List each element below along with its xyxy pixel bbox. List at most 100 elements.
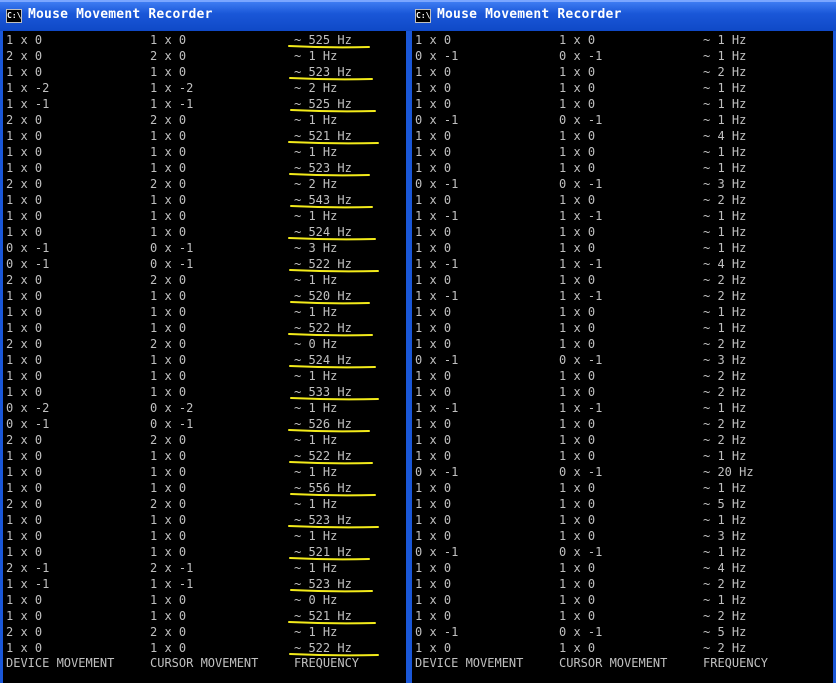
- frequency-value: ~ 1 Hz: [703, 449, 747, 463]
- frequency-value: ~ 521 Hz: [294, 129, 352, 143]
- frequency-value: ~ 1 Hz: [294, 529, 338, 543]
- log-row: 1 x 0 1 x 0 ~ 2 Hz: [412, 368, 833, 384]
- log-row: 1 x 0 1 x 0 ~ 520 Hz: [3, 288, 406, 304]
- log-row: 0 x -1 0 x -1 ~ 3 Hz: [3, 240, 406, 256]
- log-row: 2 x 0 2 x 0 ~ 1 Hz: [3, 496, 406, 512]
- device-movement-value: 1 x 0: [415, 273, 452, 287]
- device-movement-value: 0 x -1: [6, 417, 50, 431]
- device-movement-value: 2 x 0: [6, 273, 43, 287]
- cursor-movement-value: 0 x -1: [559, 625, 603, 639]
- cursor-movement-value: 1 x 0: [150, 609, 187, 623]
- cursor-movement-value: 1 x 0: [559, 193, 596, 207]
- log-row: 1 x 0 1 x 0 ~ 2 Hz: [412, 640, 833, 656]
- right-console-output: 1 x 01 x 0 ~ 1 Hz 0 x -1 0 x -1 ~ 1 Hz 1 x 01…: [409, 31, 836, 683]
- log-row: 1 x 0 1 x 0 ~ 1 Hz: [3, 528, 406, 544]
- left-title-bar[interactable]: C:\ Mouse Movement Recorder: [0, 0, 409, 31]
- device-movement-value: 1 x 0: [6, 385, 43, 399]
- column-headers: DEVICE MOVEMENT CURSOR MOVEMENT FREQUENC…: [3, 655, 406, 671]
- device-movement-value: 1 x -1: [415, 209, 459, 223]
- cursor-movement-value: 1 x 0: [559, 481, 596, 495]
- device-movement-value: 1 x 0: [415, 161, 452, 175]
- device-movement-header: DEVICE MOVEMENT: [6, 656, 115, 670]
- cursor-movement-value: 0 x -1: [559, 113, 603, 127]
- frequency-value: ~ 2 Hz: [703, 609, 747, 623]
- console-app-icon[interactable]: C:\: [6, 9, 22, 23]
- device-movement-value: 0 x -1: [415, 545, 459, 559]
- frequency-value: ~ 2 Hz: [703, 369, 747, 383]
- device-movement-value: 1 x 0: [6, 593, 43, 607]
- frequency-value: ~ 1 Hz: [294, 369, 338, 383]
- cursor-movement-value: 1 x 0: [150, 209, 187, 223]
- frequency-value: ~ 1 Hz: [703, 209, 747, 223]
- log-row: 1 x 0 1 x 0 ~ 1 Hz: [3, 368, 406, 384]
- frequency-value: ~ 2 Hz: [703, 65, 747, 79]
- device-movement-value: 1 x 0: [415, 129, 452, 143]
- log-row: 1 x 0 1 x 0 ~ 522 Hz: [3, 320, 406, 336]
- cursor-movement-value: 1 x 0: [559, 513, 596, 527]
- frequency-value: ~ 4 Hz: [703, 129, 747, 143]
- log-row: 1 x -1 1 x -1 ~ 523 Hz: [3, 576, 406, 592]
- frequency-value: ~ 525 Hz: [294, 97, 352, 111]
- device-movement-value: 2 x 0: [6, 625, 43, 639]
- frequency-header: FREQUENCY: [294, 656, 360, 670]
- device-movement-value: 1 x -1: [6, 577, 50, 591]
- log-row: 1 x -1 1 x -1 ~ 525 Hz: [3, 96, 406, 112]
- device-movement-value: 0 x -2: [6, 401, 50, 415]
- log-row: 1 x 0 1 x 0 ~ 2 Hz: [412, 64, 833, 80]
- cursor-movement-value: 1 x 0: [559, 577, 596, 591]
- frequency-value: ~ 1 Hz: [294, 145, 338, 159]
- log-row: 1 x 0 1 x 0 ~ 1 Hz: [3, 464, 406, 480]
- log-row: 1 x 0 1 x 0 ~ 533 Hz: [3, 384, 406, 400]
- console-app-icon[interactable]: C:\: [415, 9, 431, 23]
- log-row: 1 x 0 1 x 0 ~ 1 Hz: [412, 448, 833, 464]
- cursor-movement-value: 1 x 0: [559, 241, 596, 255]
- cursor-movement-value: 1 x 0: [559, 321, 596, 335]
- log-row: 1 x 0 1 x 0 ~ 543 Hz: [3, 192, 406, 208]
- cursor-movement-value: 1 x 0: [559, 433, 596, 447]
- frequency-value: ~ 1 Hz: [703, 481, 747, 495]
- cursor-movement-value: 1 x 0: [559, 145, 596, 159]
- cursor-movement-value: 1 x 0: [559, 129, 596, 143]
- left-console-window: C:\ Mouse Movement Recorder 1 x 0 1 x 0 ~ …: [0, 0, 409, 683]
- log-row: 1 x 0 1 x 0 ~ 1 Hz: [3, 208, 406, 224]
- device-movement-value: 0 x -1: [6, 241, 50, 255]
- cursor-movement-value: 0 x -1: [150, 417, 194, 431]
- frequency-value: ~ 1 Hz: [294, 465, 338, 479]
- log-row: 1 x 0 1 x 0 ~ 525 Hz: [3, 32, 406, 48]
- log-row: 2 x 0 2 x 0 ~ 1 Hz: [3, 432, 406, 448]
- cursor-movement-value: 0 x -1: [559, 353, 603, 367]
- frequency-value: ~ 2 Hz: [703, 417, 747, 431]
- frequency-value: ~ 0 Hz: [294, 337, 338, 351]
- cursor-movement-value: 1 x 0: [150, 65, 187, 79]
- cursor-movement-value: 1 x 0: [150, 513, 187, 527]
- log-row: 1 x 0 1 x 0 ~ 1 Hz: [3, 304, 406, 320]
- log-row: 1 x 0 1 x 0 ~ 3 Hz: [412, 528, 833, 544]
- column-headers: DEVICE MOVEMENT CURSOR MOVEMENT FREQUENC…: [412, 655, 833, 671]
- frequency-value: ~ 524 Hz: [294, 353, 352, 367]
- device-movement-value: 1 x 0: [6, 321, 43, 335]
- device-movement-value: 2 x -1: [6, 561, 50, 575]
- frequency-value: ~ 1 Hz: [703, 305, 747, 319]
- frequency-value: ~ 2 Hz: [703, 193, 747, 207]
- log-row: 1 x 0 1 x 0 ~ 1 Hz: [3, 144, 406, 160]
- device-movement-value: 1 x 0: [6, 161, 43, 175]
- device-movement-value: 1 x 0: [6, 529, 43, 543]
- cursor-movement-value: 1 x 0: [559, 81, 596, 95]
- cursor-movement-header: CURSOR MOVEMENT: [150, 656, 259, 670]
- device-movement-value: 1 x 0: [415, 81, 452, 95]
- device-movement-value: 1 x 0: [6, 369, 43, 383]
- right-title-bar[interactable]: C:\ Mouse Movement Recorder: [409, 0, 836, 31]
- device-movement-value: 2 x 0: [6, 337, 43, 351]
- cursor-movement-value: 1 x 0: [559, 305, 596, 319]
- frequency-value: ~ 543 Hz: [294, 193, 352, 207]
- log-row: 1 x 0 1 x 0 ~ 1 Hz: [412, 592, 833, 608]
- log-row: 1 x 0 1 x 0 ~ 1 Hz: [412, 160, 833, 176]
- frequency-value: ~ 2 Hz: [703, 385, 747, 399]
- frequency-value: ~ 1 Hz: [294, 305, 338, 319]
- log-row: 0 x -1 0 x -1 ~ 5 Hz: [412, 624, 833, 640]
- cursor-movement-value: 1 x 0: [559, 385, 596, 399]
- log-row: 1 x 0 1 x 0 ~ 5 Hz: [412, 496, 833, 512]
- log-row: 2 x -1 2 x -1 ~ 1 Hz: [3, 560, 406, 576]
- log-row: 1 x -2 1 x -2 ~ 2 Hz: [3, 80, 406, 96]
- device-movement-value: 1 x 0: [415, 497, 452, 511]
